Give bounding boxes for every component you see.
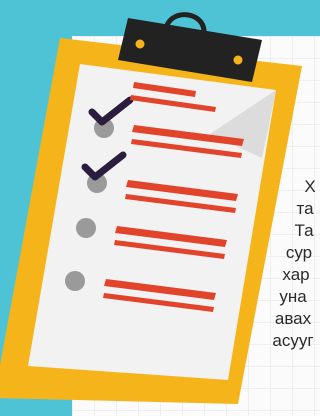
bullet-circle <box>65 271 85 291</box>
clip-dot-right <box>233 55 243 65</box>
bullet-circle <box>76 218 96 238</box>
clipboard-illustration <box>0 12 302 404</box>
scene: Х та Та сур хар уна авах асууг <box>0 0 320 416</box>
clip-dot-left <box>135 39 145 49</box>
